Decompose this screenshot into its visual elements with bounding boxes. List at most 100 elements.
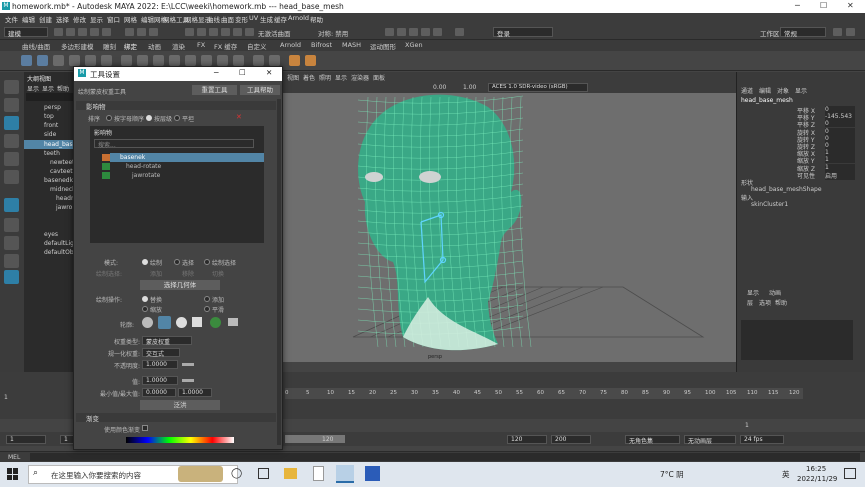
vp-menu-panels[interactable]: 面板 (373, 73, 385, 82)
menu-mesh[interactable]: 网格 (124, 14, 137, 24)
layer-menu-help[interactable]: 帮助 (775, 298, 787, 307)
snap-point-icon[interactable] (209, 28, 218, 36)
persp-graph-icon[interactable] (4, 254, 19, 268)
layer-tab-anim[interactable]: 动画 (769, 288, 781, 297)
dialog-maximize-icon[interactable]: ☐ (239, 68, 246, 77)
colorspace-dropdown[interactable]: ACES 1.0 SDR-video (sRGB) (488, 83, 588, 92)
section-influence[interactable]: 影响物 (76, 101, 276, 111)
minimize-icon[interactable]: ─ (795, 1, 800, 10)
menu-select[interactable]: 选择 (56, 14, 69, 24)
layer-menu-layers[interactable]: 层 (747, 298, 753, 307)
paint-select-tool-icon[interactable] (4, 116, 19, 130)
tab-poly-modeling[interactable]: 多边形建模 (61, 41, 94, 51)
layout-icon[interactable] (4, 270, 19, 284)
menu-modify[interactable]: 修改 (73, 14, 86, 24)
list-item[interactable]: midneck (50, 186, 76, 193)
menu-curves[interactable]: 曲线 (207, 14, 220, 24)
cb-attr-value[interactable]: 0 (825, 106, 855, 113)
perspective-viewport[interactable]: persp (283, 82, 736, 362)
tab-fx-caching[interactable]: FX 缓存 (214, 41, 237, 51)
select-component-icon[interactable] (149, 28, 158, 36)
cb-tab-object[interactable]: 对象 (777, 86, 789, 95)
list-item-selected[interactable]: head_base (44, 141, 76, 148)
live-surface-icon[interactable] (245, 28, 254, 36)
cb-attr-value[interactable]: -145.543 (825, 113, 855, 121)
dialog-scrollbar[interactable] (277, 99, 281, 445)
influence-filter[interactable]: 搜索... (94, 139, 254, 149)
tab-custom[interactable]: 自定义 (247, 41, 267, 51)
value-slider[interactable] (182, 379, 194, 382)
dialog-close-icon[interactable]: ✕ (266, 68, 272, 77)
sort-flat-radio[interactable] (174, 115, 180, 121)
scale-tool-icon[interactable] (4, 170, 19, 184)
humanik-icon[interactable] (101, 55, 112, 66)
list-item[interactable]: front (44, 122, 58, 129)
outliner-menu-show[interactable]: 显示 (42, 84, 54, 93)
notification-icon[interactable] (844, 468, 856, 479)
range-inner-end[interactable]: 120 (322, 436, 333, 443)
color-ramp[interactable] (126, 437, 234, 443)
vp-menu-lighting[interactable]: 照明 (319, 73, 331, 82)
ik-spline-icon[interactable] (53, 55, 64, 66)
locator-icon[interactable] (289, 55, 300, 66)
rotate-tool-icon[interactable] (4, 152, 19, 166)
tab-curves-surfaces[interactable]: 曲线/曲面 (22, 41, 50, 51)
select-object-icon[interactable] (137, 28, 146, 36)
influence-item[interactable]: jawrotate (132, 172, 160, 179)
wrap-icon[interactable] (201, 55, 212, 66)
cb-attr-name[interactable]: 可见性 (797, 171, 815, 180)
aim-constraint-icon[interactable] (269, 55, 280, 66)
sort-hierarchy-radio[interactable] (146, 115, 152, 121)
menu-file[interactable]: 文件 (5, 14, 18, 24)
op-smooth-radio[interactable] (204, 306, 210, 312)
joint-tool-icon[interactable] (21, 55, 32, 66)
ipr-render-icon[interactable] (409, 28, 418, 36)
flood-button[interactable]: 泛洪 (140, 400, 220, 410)
influence-item[interactable]: head-rotate (126, 163, 161, 170)
login-dropdown[interactable]: 登录 (493, 27, 553, 38)
range-end-field[interactable]: 120 (507, 435, 547, 444)
select-geometry-button[interactable]: 选择几何体 (140, 280, 220, 290)
render-icon[interactable] (397, 28, 406, 36)
attribute-editor-icon[interactable] (846, 28, 855, 36)
lock-icon[interactable] (102, 172, 110, 179)
command-line[interactable]: MEL (0, 451, 865, 462)
sort-alpha-radio[interactable] (106, 115, 112, 121)
cb-tab-channels[interactable]: 通道 (741, 86, 753, 95)
profile-image-icon[interactable] (210, 317, 221, 328)
outliner-search[interactable] (26, 93, 74, 101)
exposure-value[interactable]: 0.00 (433, 84, 446, 91)
dialog-minimize-icon[interactable]: ─ (214, 68, 219, 77)
input-language[interactable]: 英 (782, 469, 790, 480)
notepad-icon[interactable] (313, 466, 324, 481)
menu-edit[interactable]: 编辑 (22, 14, 35, 24)
max-field[interactable]: 1.0000 (178, 388, 212, 397)
hypershade-icon[interactable] (433, 28, 442, 36)
weight-type-dropdown[interactable]: 蒙皮权重 (142, 336, 192, 346)
orient-joint-icon[interactable] (85, 55, 96, 66)
symmetry-label[interactable]: 对称: 禁用 (318, 28, 348, 38)
lock-icon[interactable] (102, 154, 110, 161)
tab-xgen[interactable]: XGen (405, 41, 423, 49)
render-settings-icon[interactable] (421, 28, 430, 36)
save-scene-icon[interactable] (78, 28, 87, 36)
clock-date[interactable]: 2022/11/29 (797, 475, 837, 483)
profile-square-icon[interactable] (192, 317, 202, 327)
ik-handle-icon[interactable] (37, 55, 48, 66)
profile-gaussian-icon[interactable] (142, 317, 153, 328)
tab-arnold[interactable]: Arnold (280, 41, 301, 49)
op-scale-radio[interactable] (142, 306, 148, 312)
current-frame-field[interactable]: 1 (745, 422, 749, 429)
layer-tab-display[interactable]: 显示 (747, 288, 759, 297)
cb-attr-value[interactable]: 0 (825, 142, 855, 149)
cb-attr-value[interactable]: 0 (825, 127, 855, 135)
layer-list[interactable] (741, 320, 853, 360)
wire-icon[interactable] (233, 55, 244, 66)
op-add-radio[interactable] (204, 296, 210, 302)
vp-menu-renderer[interactable]: 渲染器 (351, 73, 369, 82)
list-item[interactable]: side (44, 131, 56, 138)
mode-paint-select-radio[interactable] (204, 259, 210, 265)
lasso-tool-icon[interactable] (4, 98, 19, 112)
menu-uv[interactable]: UV (249, 14, 258, 22)
current-frame-left[interactable]: 1 (4, 394, 8, 401)
